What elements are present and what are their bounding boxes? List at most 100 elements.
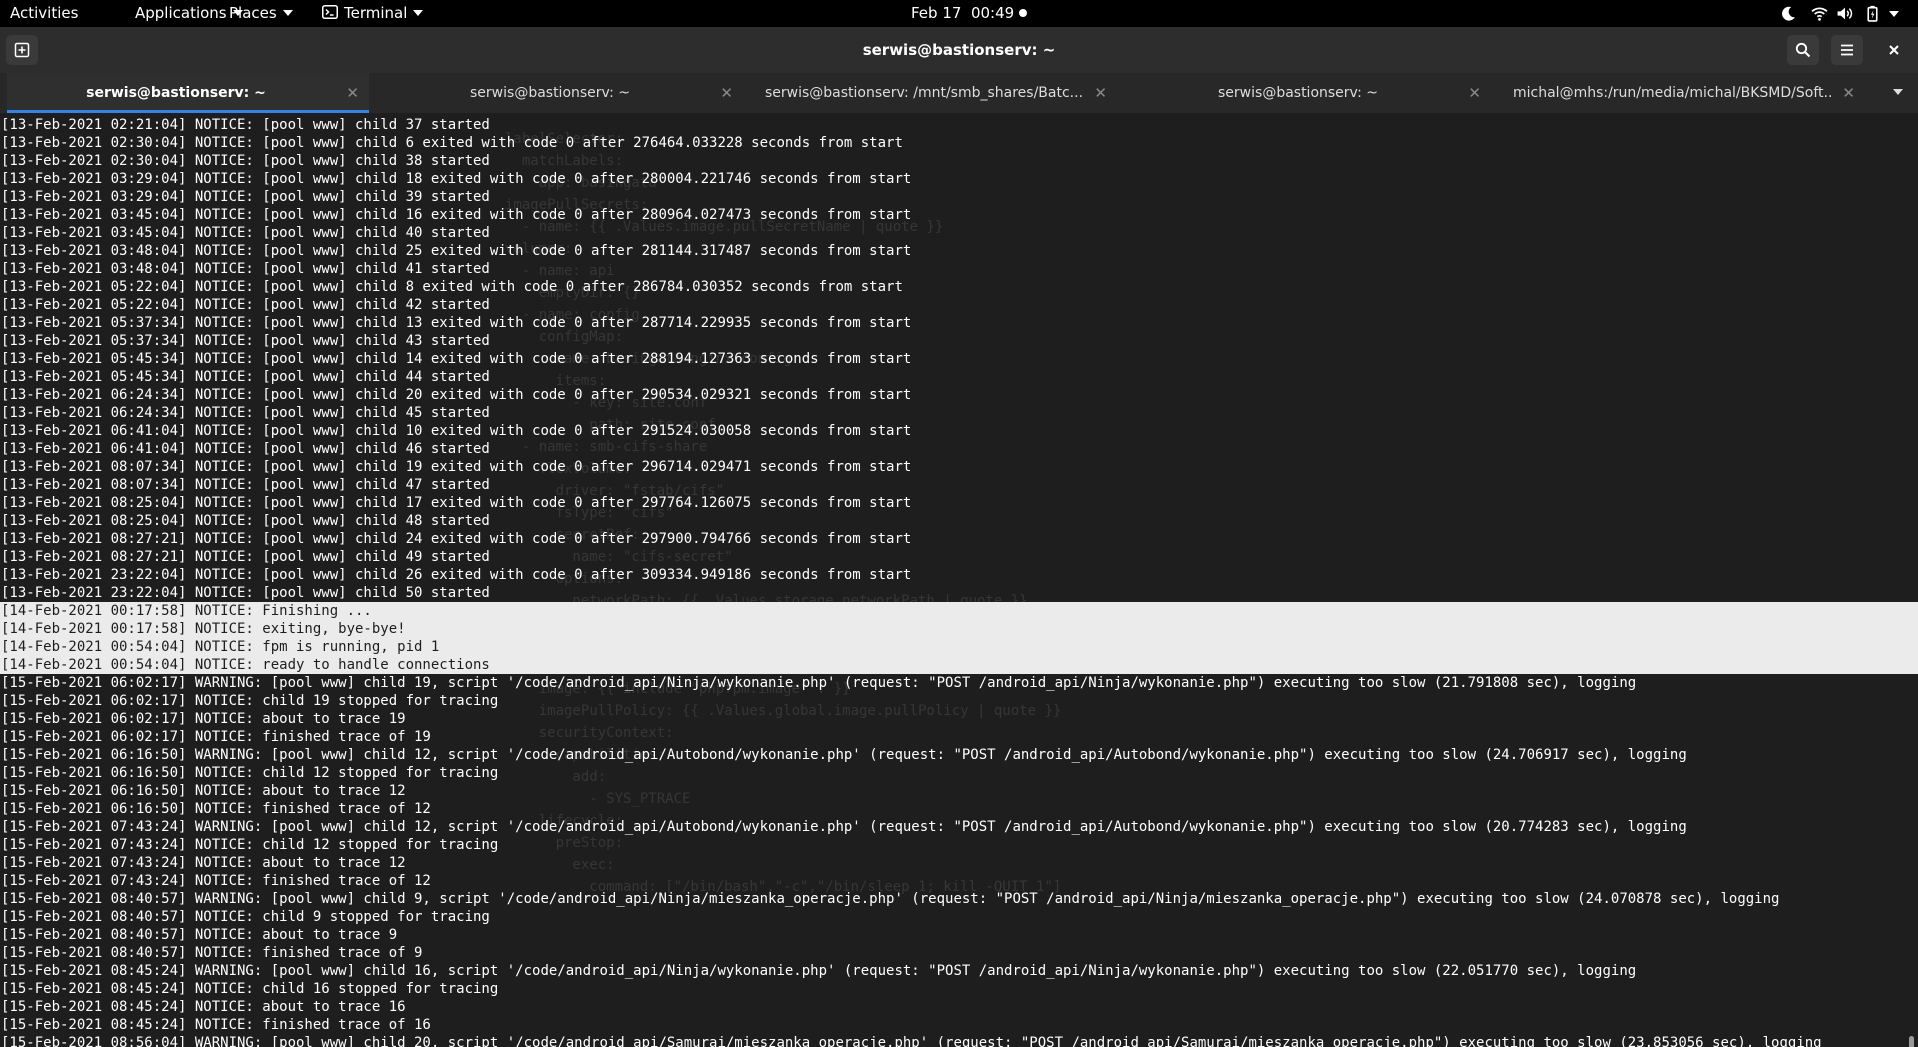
notification-dot-icon [1019,8,1028,17]
hamburger-menu-icon [1841,44,1853,56]
tab-2[interactable]: serwis@bastionserv: ~ ✕ [381,73,743,113]
terminal-view[interactable]: labelSelector: matchLabels: app: basinga… [0,116,1918,1047]
terminal-line: [13-Feb-2021 23:22:04] NOTICE: [pool www… [1,585,490,601]
top-bar: Activities Applications Places Terminal … [0,0,1918,27]
terminal-line: [13-Feb-2021 03:45:04] NOTICE: [pool www… [1,225,490,241]
terminal-line: [13-Feb-2021 06:41:04] NOTICE: [pool www… [1,423,912,439]
chevron-down-icon [1893,89,1903,95]
menu-button[interactable] [1831,35,1863,65]
terminal-line: [15-Feb-2021 07:43:24] NOTICE: finished … [1,873,431,889]
terminal-line: [15-Feb-2021 06:16:50] NOTICE: about to … [1,783,406,799]
terminal-line: [15-Feb-2021 08:45:24] NOTICE: finished … [1,1017,431,1033]
search-icon [1795,42,1811,58]
places-label: Places [229,4,277,22]
terminal-line: [13-Feb-2021 03:48:04] NOTICE: [pool www… [1,243,912,259]
terminal-line: [15-Feb-2021 06:16:50] NOTICE: finished … [1,801,431,817]
terminal-output: [13-Feb-2021 02:21:04] NOTICE: [pool www… [0,116,1918,1047]
terminal-line: [15-Feb-2021 06:02:17] NOTICE: child 19 … [1,693,499,709]
search-button[interactable] [1787,35,1819,65]
clock-label: Feb 17 00:49 [911,4,1015,22]
terminal-line: [14-Feb-2021 00:54:04] NOTICE: ready to … [0,656,1918,674]
tab-label: michal@mhs:/run/media/michal/BKSMD/Soft.… [1513,85,1831,101]
scrollbar-thumb[interactable] [1909,1036,1914,1047]
tab-close-icon[interactable]: ✕ [346,73,359,113]
terminal-app-menu[interactable]: Terminal [322,0,424,27]
terminal-icon [322,4,338,19]
terminal-line: [13-Feb-2021 08:25:04] NOTICE: [pool www… [1,495,912,511]
terminal-line: [13-Feb-2021 03:45:04] NOTICE: [pool www… [1,207,912,223]
volume-icon[interactable] [1836,5,1853,22]
places-menu[interactable]: Places [229,0,293,27]
terminal-line: [13-Feb-2021 05:45:34] NOTICE: [pool www… [1,351,912,367]
battery-icon[interactable] [1864,5,1881,22]
terminal-line: [15-Feb-2021 08:56:04] WARNING: [pool ww… [1,1035,1822,1047]
terminal-line: [13-Feb-2021 03:29:04] NOTICE: [pool www… [1,171,912,187]
night-light-icon[interactable] [1780,5,1797,22]
terminal-line: [13-Feb-2021 08:07:34] NOTICE: [pool www… [1,477,490,493]
terminal-line: [14-Feb-2021 00:17:58] NOTICE: exiting, … [0,620,1918,638]
clock[interactable]: Feb 17 00:49 [911,0,1028,27]
applications-menu[interactable]: Applications [135,0,243,27]
tab-label: serwis@bastionserv: ~ [470,85,630,101]
terminal-line: [13-Feb-2021 05:37:34] NOTICE: [pool www… [1,315,912,331]
tab-close-icon[interactable]: ✕ [1468,73,1481,113]
terminal-line: [13-Feb-2021 03:29:04] NOTICE: [pool www… [1,189,490,205]
chevron-down-icon [413,9,424,16]
terminal-line: [14-Feb-2021 00:54:04] NOTICE: fpm is ru… [0,638,1918,656]
tab-4[interactable]: serwis@bastionserv: ~ ✕ [1129,73,1491,113]
close-icon [1889,45,1899,55]
terminal-line: [13-Feb-2021 08:25:04] NOTICE: [pool www… [1,513,490,529]
terminal-line: [13-Feb-2021 05:22:04] NOTICE: [pool www… [1,279,903,295]
tab-1[interactable]: serwis@bastionserv: ~ ✕ [7,73,369,113]
terminal-line: [13-Feb-2021 23:22:04] NOTICE: [pool www… [1,567,912,583]
tab-close-icon[interactable]: ✕ [1094,73,1107,113]
terminal-line: [13-Feb-2021 08:27:21] NOTICE: [pool www… [1,549,490,565]
tab-close-icon[interactable]: ✕ [720,73,733,113]
terminal-line: [15-Feb-2021 07:43:24] NOTICE: about to … [1,855,406,871]
window-title: serwis@bastionserv: ~ [862,41,1056,59]
terminal-line: [15-Feb-2021 08:40:57] NOTICE: about to … [1,927,398,943]
terminal-line: [13-Feb-2021 08:07:34] NOTICE: [pool www… [1,459,912,475]
window-header-bar: serwis@bastionserv: ~ [0,27,1918,74]
terminal-line: [13-Feb-2021 06:24:34] NOTICE: [pool www… [1,405,490,421]
terminal-line: [15-Feb-2021 06:02:17] WARNING: [pool ww… [1,675,1637,691]
terminal-line: [15-Feb-2021 08:45:24] NOTICE: about to … [1,999,406,1015]
terminal-label: Terminal [344,4,408,22]
terminal-line: [15-Feb-2021 07:43:24] WARNING: [pool ww… [1,819,1687,835]
terminal-line: [13-Feb-2021 02:21:04] NOTICE: [pool www… [1,117,490,133]
terminal-line: [15-Feb-2021 08:45:24] WARNING: [pool ww… [1,963,1637,979]
terminal-line: [13-Feb-2021 06:24:34] NOTICE: [pool www… [1,387,912,403]
terminal-line: [13-Feb-2021 05:45:34] NOTICE: [pool www… [1,369,490,385]
tab-label: serwis@bastionserv: ~ [1218,85,1378,101]
terminal-line: [15-Feb-2021 06:16:50] WARNING: [pool ww… [1,747,1687,763]
applications-label: Applications [135,4,227,22]
terminal-line: [13-Feb-2021 05:37:34] NOTICE: [pool www… [1,333,490,349]
terminal-line: [15-Feb-2021 07:43:24] NOTICE: child 12 … [1,837,499,853]
activities-button[interactable]: Activities [10,0,78,27]
activities-label: Activities [10,4,79,22]
tab-bar: serwis@bastionserv: ~ ✕ serwis@bastionse… [0,73,1918,113]
terminal-line: [15-Feb-2021 06:02:17] NOTICE: about to … [1,711,406,727]
tab-close-icon[interactable]: ✕ [1842,73,1855,113]
tab-list-button[interactable] [1886,73,1910,113]
terminal-line: [15-Feb-2021 06:16:50] NOTICE: child 12 … [1,765,499,781]
terminal-line: [13-Feb-2021 05:22:04] NOTICE: [pool www… [1,297,490,313]
terminal-line: [15-Feb-2021 08:45:24] NOTICE: child 16 … [1,981,499,997]
close-window-button[interactable] [1878,35,1910,65]
terminal-line: [15-Feb-2021 08:40:57] WARNING: [pool ww… [1,891,1780,907]
tab-5[interactable]: michal@mhs:/run/media/michal/BKSMD/Soft.… [1503,73,1865,113]
system-menu-chevron-down-icon[interactable] [1889,11,1899,17]
terminal-line: [15-Feb-2021 06:02:17] NOTICE: finished … [1,729,431,745]
terminal-line: [13-Feb-2021 08:27:21] NOTICE: [pool www… [1,531,912,547]
terminal-line: [15-Feb-2021 08:40:57] NOTICE: finished … [1,945,423,961]
terminal-line: [14-Feb-2021 00:17:58] NOTICE: Finishing… [0,602,1918,620]
chevron-down-icon [282,9,293,16]
terminal-line: [13-Feb-2021 06:41:04] NOTICE: [pool www… [1,441,490,457]
tab-label: serwis@bastionserv: ~ [86,85,266,101]
terminal-line: [13-Feb-2021 03:48:04] NOTICE: [pool www… [1,261,490,277]
tab-3[interactable]: serwis@bastionserv: /mnt/smb_shares/Batc… [755,73,1117,113]
terminal-line: [15-Feb-2021 08:40:57] NOTICE: child 9 s… [1,909,490,925]
terminal-line: [13-Feb-2021 02:30:04] NOTICE: [pool www… [1,135,903,151]
wifi-icon[interactable] [1811,5,1828,22]
tab-label: serwis@bastionserv: /mnt/smb_shares/Batc… [765,85,1083,101]
